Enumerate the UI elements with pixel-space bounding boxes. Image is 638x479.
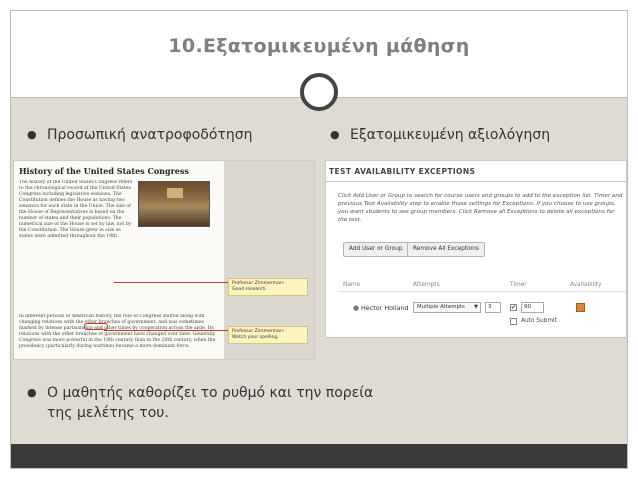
bullet-learning-pace: ● Ο μαθητής καθορίζει το ρυθμό και την πο…	[27, 383, 527, 423]
article-paragraph-continued	[19, 241, 219, 309]
bullet-assessment-text: Εξατομικευμένη αξιολόγηση	[350, 127, 551, 143]
comment-note[interactable]: Professor Zimmerman: Good research.	[228, 278, 308, 296]
title-rule	[326, 181, 626, 182]
column-header-availability: Availability	[570, 282, 602, 288]
article-title: History of the United States Congress	[19, 166, 189, 176]
auto-submit-checkbox[interactable]	[510, 318, 517, 325]
flag-icon	[167, 188, 183, 198]
bullet-pace-line1: Ο μαθητής καθορίζει το ρυθμό και την πορ…	[47, 385, 374, 401]
bullet-assessment: ● Εξατομικευμένη αξιολόγηση	[330, 125, 550, 145]
chevron-down-icon: ▼	[474, 304, 478, 310]
bullet-feedback: ● Προσωπική ανατροφοδότηση	[27, 125, 252, 145]
column-header-timer: Timer	[510, 282, 527, 288]
slide: 10.Εξατομικευμένη μάθηση ● Προσωπική ανατ…	[10, 10, 628, 469]
bullet-pace-line2: της μελέτης του.	[47, 405, 169, 421]
article-screenshot: History of the United States Congress Th…	[13, 160, 315, 360]
attempts-select-value: Multiple Attempts	[417, 304, 465, 310]
column-header-attempts: Attempts	[413, 282, 440, 288]
comment-note[interactable]: Professor Zimmerman: Watch your spelling…	[228, 326, 308, 344]
congress-photo	[138, 181, 210, 227]
remove-all-exceptions-button[interactable]: Remove All Exceptions	[407, 242, 485, 257]
comment-text: Good research.	[232, 287, 267, 292]
timer-checkbox[interactable]: ✔	[510, 304, 517, 311]
column-header-name: Name	[343, 282, 361, 288]
bullet-feedback-text: Προσωπική ανατροφοδότηση	[47, 127, 253, 143]
slide-title: 10.Εξατομικευμένη μάθηση	[168, 35, 470, 57]
comment-connector	[104, 330, 228, 331]
divider-circle-icon	[300, 73, 338, 111]
exceptions-screenshot: TEST AVAILABILITY EXCEPTIONS Click Add U…	[325, 160, 627, 338]
slide-content: ● Προσωπική ανατροφοδότηση ● Εξατομικευμέν…	[11, 98, 627, 444]
spelling-mark	[84, 323, 108, 330]
bullet-dot-icon: ●	[27, 386, 37, 399]
article-paragraph: The history of the United States Congres…	[19, 180, 133, 238]
row-rule	[338, 291, 626, 292]
calendar-icon[interactable]	[576, 303, 585, 312]
auto-submit-label: Auto Submit	[521, 318, 557, 324]
timer-minutes-input[interactable]: 90	[521, 302, 544, 313]
user-icon: ●	[353, 304, 360, 312]
comment-text: Watch your spelling.	[232, 335, 279, 340]
bullet-dot-icon: ●	[330, 128, 340, 141]
exception-user-name: Hector Holland	[361, 304, 409, 312]
bullet-dot-icon: ●	[27, 128, 37, 141]
article-paragraph: In different periods of American history…	[19, 314, 216, 349]
attempts-select[interactable]: Multiple Attempts ▼	[413, 302, 481, 313]
attempts-count-input[interactable]: 3	[485, 302, 501, 313]
add-user-or-group-button[interactable]: Add User or Group	[343, 242, 409, 257]
exceptions-instructions: Click Add User or Group to search for co…	[338, 193, 623, 223]
exceptions-title: TEST AVAILABILITY EXCEPTIONS	[329, 167, 476, 176]
comment-connector	[114, 282, 228, 283]
slide-footer-bar	[11, 444, 627, 468]
